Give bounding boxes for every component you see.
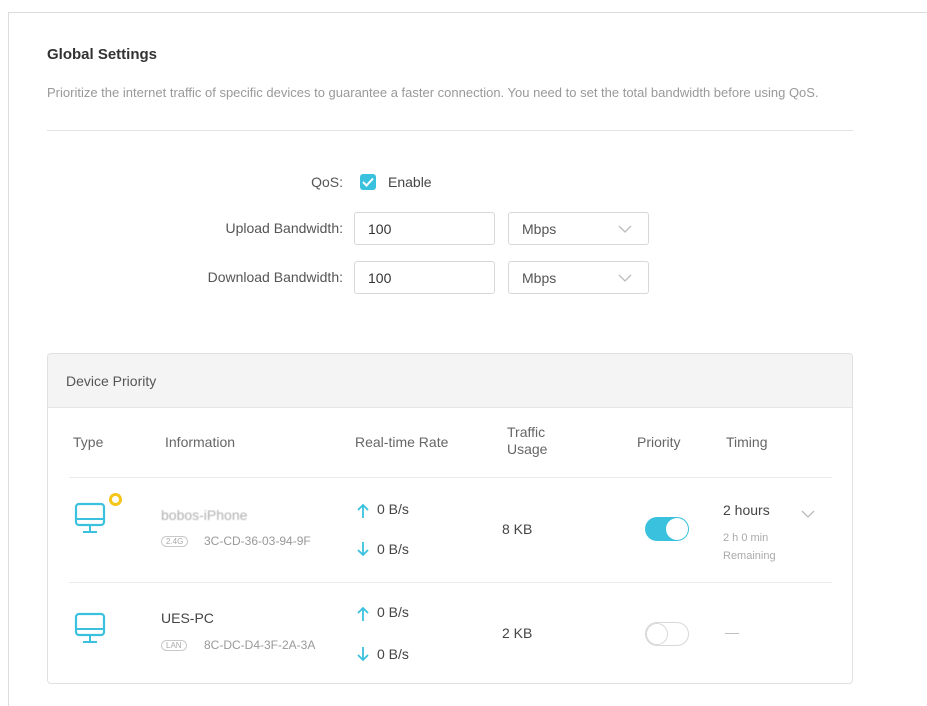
device-priority-header: Device Priority bbox=[48, 354, 852, 408]
traffic-usage: 2 KB bbox=[502, 625, 533, 641]
desktop-monitor-icon bbox=[74, 502, 106, 533]
chevron-down-icon[interactable] bbox=[801, 510, 815, 518]
download-bandwidth-row: Download Bandwidth: Mbps bbox=[0, 261, 927, 294]
device-priority-title: Device Priority bbox=[66, 373, 157, 389]
qos-enable-label[interactable]: Enable bbox=[388, 174, 432, 190]
qos-row: QoS: Enable bbox=[0, 166, 927, 199]
arrow-up-icon bbox=[357, 503, 369, 518]
device-priority-panel: Device Priority Type Information Real-ti… bbox=[47, 353, 853, 684]
download-unit-value: Mbps bbox=[522, 270, 557, 286]
row-divider bbox=[69, 582, 832, 583]
frame-top-border bbox=[8, 12, 927, 13]
toggle-knob bbox=[646, 623, 668, 645]
section-divider bbox=[47, 130, 853, 131]
device-mac: 3C-CD-36-03-94-9F bbox=[204, 534, 311, 548]
arrow-down-icon bbox=[357, 647, 369, 662]
column-header-information: Information bbox=[165, 434, 236, 450]
column-header-type: Type bbox=[73, 434, 104, 450]
section-description: Prioritize the internet traffic of speci… bbox=[47, 85, 819, 100]
timing-empty: — bbox=[725, 624, 739, 640]
toggle-knob bbox=[666, 518, 688, 540]
upload-bandwidth-label: Upload Bandwidth: bbox=[225, 220, 343, 236]
column-header-timing: Timing bbox=[726, 434, 768, 450]
arrow-up-icon bbox=[357, 606, 369, 621]
download-rate: 0 B/s bbox=[377, 646, 409, 662]
priority-toggle[interactable] bbox=[645, 517, 689, 541]
desktop-monitor-icon bbox=[74, 612, 106, 643]
upload-rate: 0 B/s bbox=[377, 604, 409, 620]
timing-remaining: 2 h 0 min bbox=[723, 532, 769, 544]
row-divider bbox=[69, 477, 832, 478]
upload-unit-value: Mbps bbox=[522, 221, 557, 237]
download-rate: 0 B/s bbox=[377, 541, 409, 557]
traffic-usage: 8 KB bbox=[502, 521, 533, 537]
column-header-rate: Real-time Rate bbox=[355, 434, 449, 450]
frame-left-border bbox=[8, 12, 9, 706]
priority-toggle[interactable] bbox=[645, 622, 689, 646]
device-mac: 8C-DC-D4-3F-2A-3A bbox=[204, 638, 316, 652]
star-badge-icon bbox=[109, 493, 122, 506]
chevron-down-icon bbox=[618, 225, 632, 233]
timing-remaining-label: Remaining bbox=[723, 550, 776, 562]
qos-enable-checkbox[interactable] bbox=[360, 174, 376, 190]
checkmark-icon bbox=[362, 177, 374, 187]
arrow-down-icon bbox=[357, 542, 369, 557]
upload-unit-select[interactable]: Mbps bbox=[508, 212, 649, 245]
download-bandwidth-input[interactable] bbox=[354, 261, 495, 294]
section-title: Global Settings bbox=[47, 46, 158, 63]
download-bandwidth-label: Download Bandwidth: bbox=[207, 269, 343, 285]
upload-bandwidth-row: Upload Bandwidth: Mbps bbox=[0, 212, 927, 245]
device-name: bobos-iPhone bbox=[161, 507, 248, 523]
upload-rate: 0 B/s bbox=[377, 501, 409, 517]
device-name: UES-PC bbox=[161, 610, 214, 626]
qos-label: QoS: bbox=[311, 174, 343, 190]
timing-select[interactable]: 2 hours bbox=[723, 502, 770, 518]
upload-bandwidth-input[interactable] bbox=[354, 212, 495, 245]
download-unit-select[interactable]: Mbps bbox=[508, 261, 649, 294]
connection-type-tag: LAN bbox=[161, 640, 187, 651]
column-header-traffic: Traffic Usage bbox=[507, 424, 548, 457]
connection-type-tag: 2.4G bbox=[161, 536, 189, 547]
column-header-priority: Priority bbox=[637, 434, 681, 450]
chevron-down-icon bbox=[618, 274, 632, 282]
